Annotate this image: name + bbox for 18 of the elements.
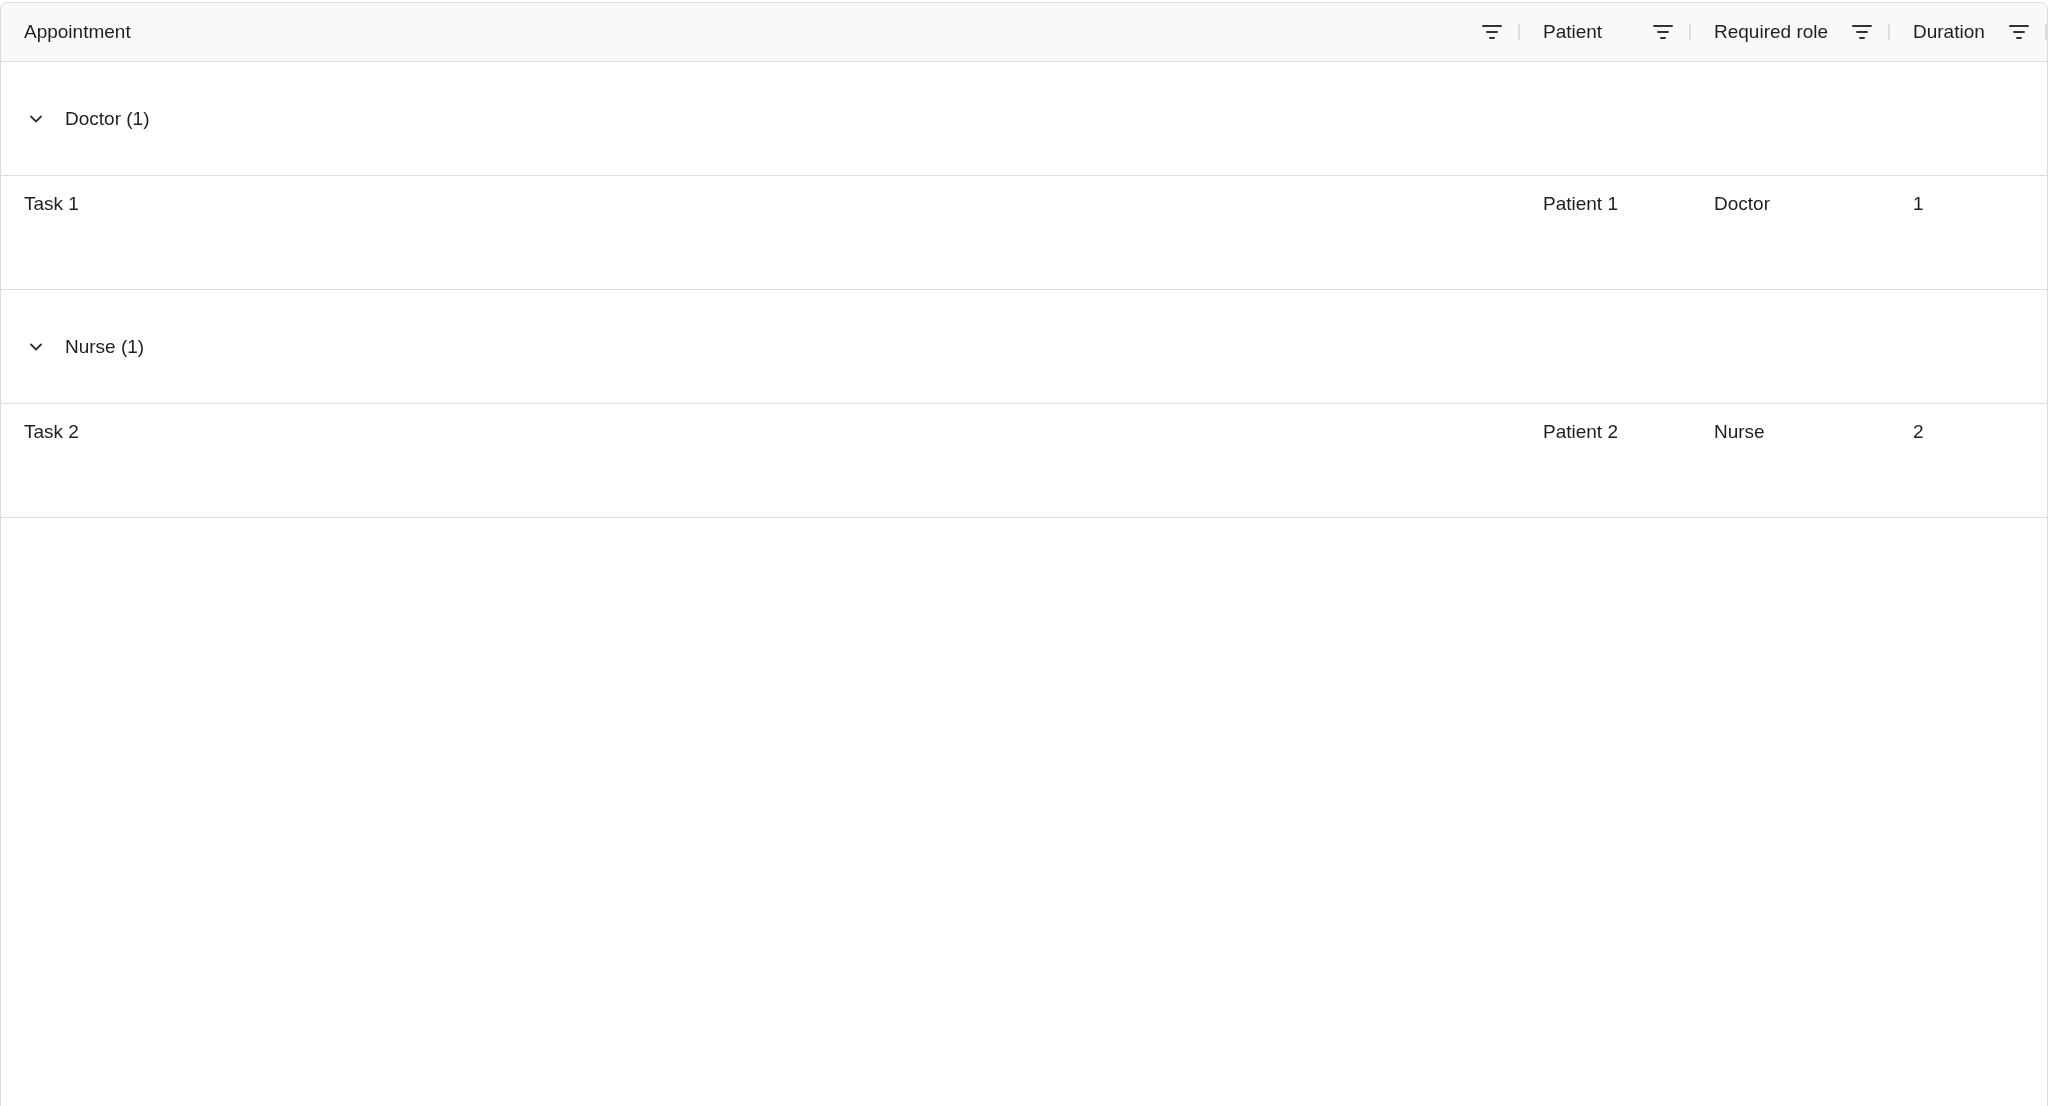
column-header[interactable]: Appointment	[24, 21, 131, 43]
table-cell: Task 2	[24, 421, 79, 442]
table-cell: Patient 1	[1543, 193, 1618, 214]
column-header[interactable]: Required role	[1714, 21, 1829, 43]
table-cell: 1	[1913, 193, 1924, 214]
filter-icon[interactable]	[1852, 24, 1872, 40]
table-cell: 2	[1913, 421, 1924, 442]
filter-icon[interactable]	[2009, 24, 2029, 40]
table-cell: Patient 2	[1543, 421, 1618, 442]
filter-icon[interactable]	[1482, 24, 1502, 40]
column-header[interactable]: Duration	[1913, 21, 1985, 43]
group-label: Nurse (1)	[65, 335, 145, 358]
table-cell: Nurse	[1714, 421, 1765, 442]
table-cell: Task 1	[24, 193, 79, 214]
filter-icon[interactable]	[1653, 24, 1673, 40]
group-label: Doctor (1)	[65, 107, 150, 130]
column-header[interactable]: Patient	[1543, 21, 1603, 43]
table-cell: Doctor	[1714, 193, 1770, 214]
